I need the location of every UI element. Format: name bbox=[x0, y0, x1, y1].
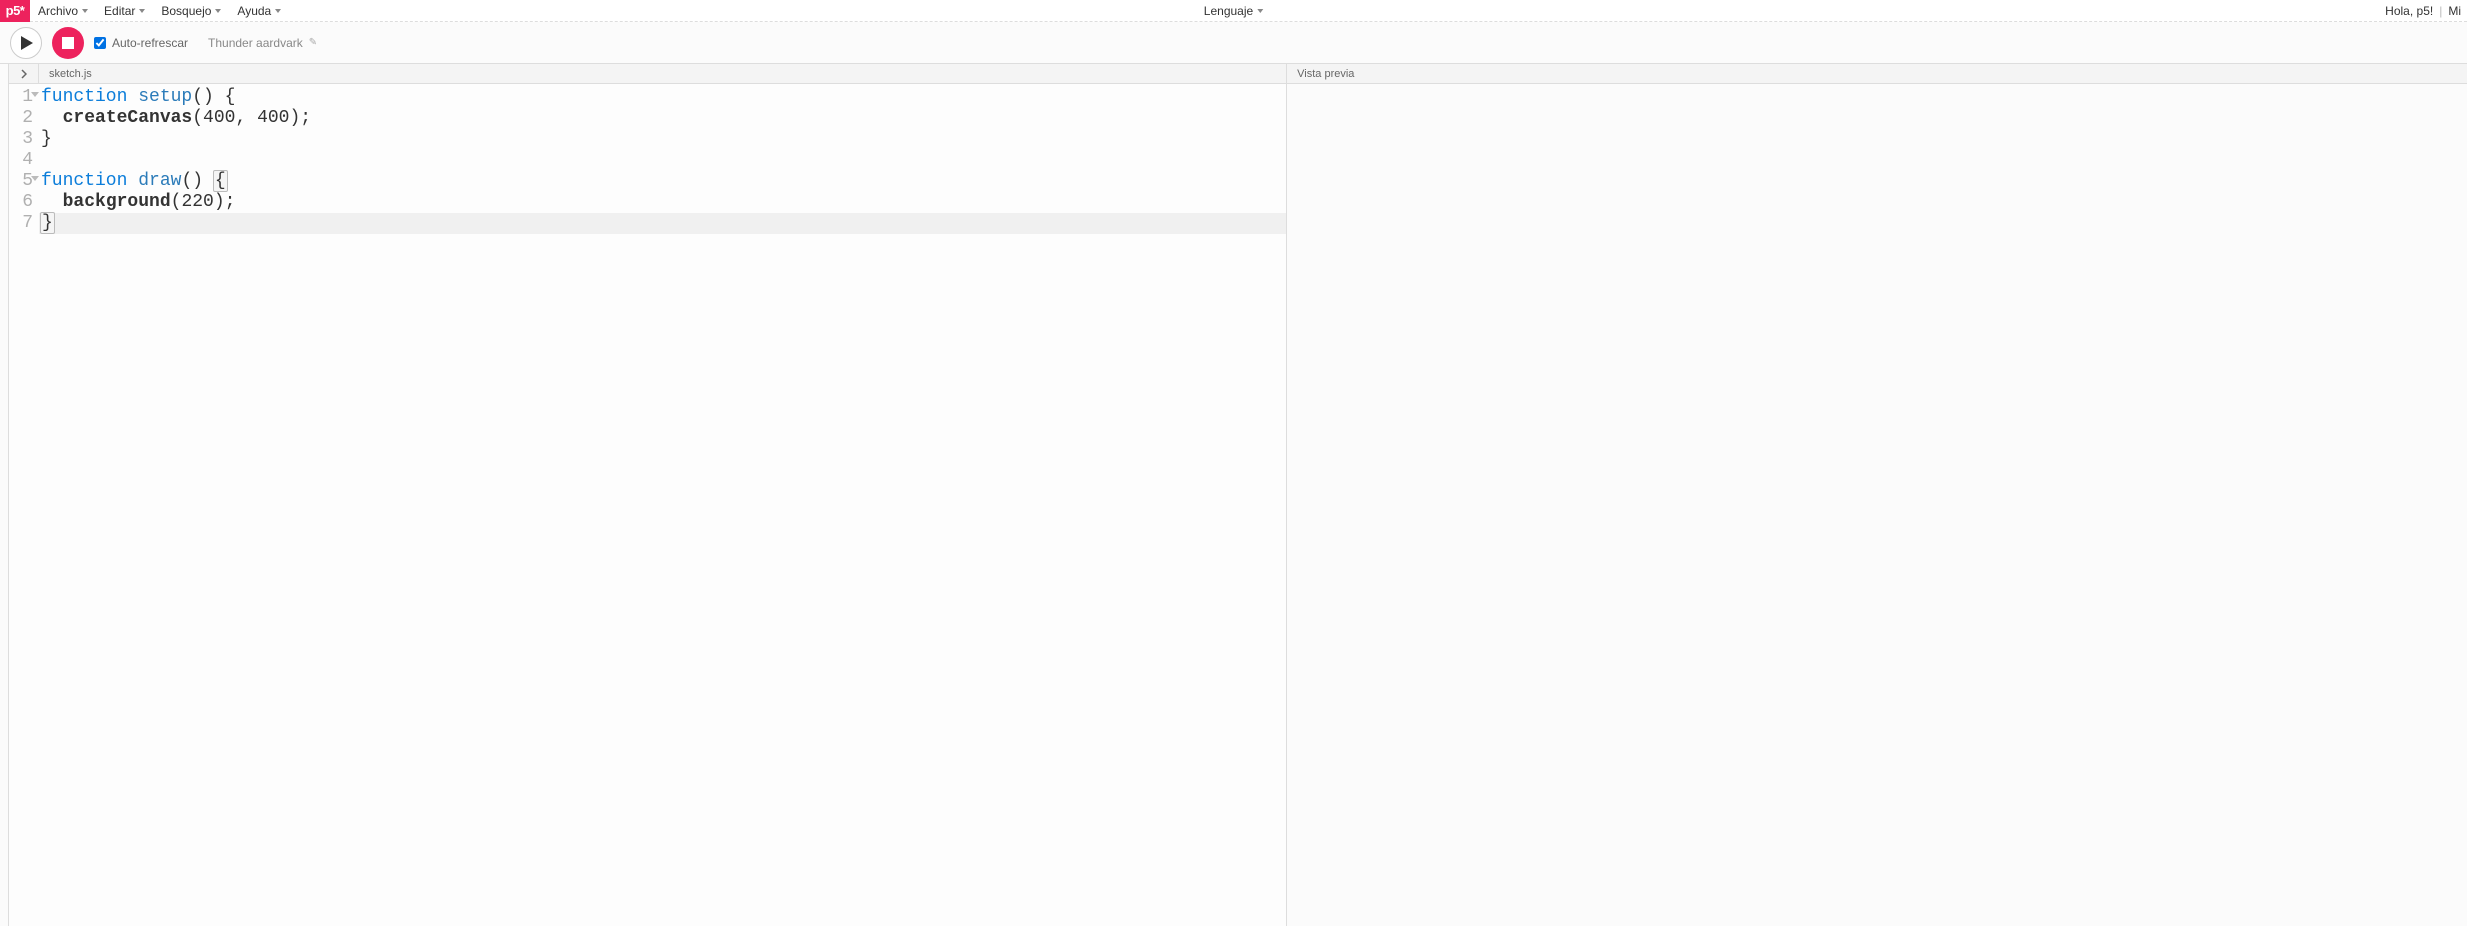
filename-label[interactable]: sketch.js bbox=[39, 68, 102, 80]
menu-lenguaje[interactable]: Lenguaje bbox=[1196, 0, 1271, 22]
menu-editar-label: Editar bbox=[104, 4, 135, 18]
chevron-right-icon bbox=[21, 69, 27, 79]
line-number: 3 bbox=[9, 129, 33, 150]
caret-down-icon bbox=[275, 9, 281, 13]
line-number: 6 bbox=[9, 192, 33, 213]
user-greeting[interactable]: Hola, p5! bbox=[2385, 4, 2433, 18]
menu-lenguaje-label: Lenguaje bbox=[1204, 4, 1253, 18]
caret-down-icon bbox=[215, 9, 221, 13]
pencil-icon[interactable]: ✎ bbox=[309, 37, 317, 48]
code-line[interactable]: } bbox=[39, 213, 1286, 234]
play-button[interactable] bbox=[10, 27, 42, 59]
menu-archivo-label: Archivo bbox=[38, 4, 78, 18]
nav-right: Hola, p5! | Mi bbox=[2385, 4, 2467, 18]
menu-archivo[interactable]: Archivo bbox=[30, 0, 96, 22]
line-number: 7 bbox=[9, 213, 33, 234]
sketch-name-text: Thunder aardvark bbox=[208, 36, 303, 50]
menu-bosquejo[interactable]: Bosquejo bbox=[153, 0, 229, 22]
user-mi[interactable]: Mi bbox=[2448, 4, 2461, 18]
code-content[interactable]: function setup() { createCanvas(400, 400… bbox=[39, 84, 1286, 926]
sidebar-expand-button[interactable] bbox=[9, 64, 39, 84]
menu-ayuda[interactable]: Ayuda bbox=[229, 0, 289, 22]
line-number: 4 bbox=[9, 150, 33, 171]
caret-down-icon bbox=[1257, 9, 1263, 13]
menu-ayuda-label: Ayuda bbox=[237, 4, 271, 18]
code-line[interactable]: createCanvas(400, 400); bbox=[39, 108, 1286, 129]
toolbar: Auto-refrescar Thunder aardvark ✎ bbox=[0, 22, 2467, 64]
fold-icon[interactable] bbox=[31, 92, 39, 97]
auto-refresh-toggle[interactable]: Auto-refrescar bbox=[94, 36, 188, 50]
preview-header: Vista previa bbox=[1287, 64, 2467, 84]
code-editor[interactable]: 1234567 function setup() { createCanvas(… bbox=[9, 84, 1286, 926]
stop-button[interactable] bbox=[52, 27, 84, 59]
preview-label: Vista previa bbox=[1297, 68, 1354, 80]
code-line[interactable]: } bbox=[39, 129, 1286, 150]
main-split: sketch.js 1234567 function setup() { cre… bbox=[8, 64, 2467, 926]
editor-header: sketch.js bbox=[9, 64, 1286, 84]
play-icon bbox=[21, 36, 33, 50]
fold-icon[interactable] bbox=[31, 176, 39, 181]
sketch-name: Thunder aardvark ✎ bbox=[208, 36, 317, 50]
editor-pane: sketch.js 1234567 function setup() { cre… bbox=[9, 64, 1287, 926]
menu-bosquejo-label: Bosquejo bbox=[161, 4, 211, 18]
line-gutter: 1234567 bbox=[9, 84, 39, 926]
nav-center: Lenguaje bbox=[1196, 0, 1271, 22]
caret-down-icon bbox=[82, 9, 88, 13]
auto-refresh-checkbox[interactable] bbox=[94, 37, 106, 49]
caret-down-icon bbox=[139, 9, 145, 13]
logo-text: p5* bbox=[6, 3, 25, 18]
code-line[interactable] bbox=[39, 150, 1286, 171]
line-number: 1 bbox=[9, 87, 33, 108]
code-line[interactable]: background(220); bbox=[39, 192, 1286, 213]
stop-icon bbox=[62, 37, 74, 49]
code-line[interactable]: function draw() { bbox=[39, 171, 1286, 192]
auto-refresh-label: Auto-refrescar bbox=[112, 36, 188, 50]
separator: | bbox=[2439, 4, 2442, 18]
top-nav: p5* Archivo Editar Bosquejo Ayuda Lengua… bbox=[0, 0, 2467, 22]
menu-editar[interactable]: Editar bbox=[96, 0, 153, 22]
code-line[interactable]: function setup() { bbox=[39, 87, 1286, 108]
p5-logo[interactable]: p5* bbox=[0, 0, 30, 22]
line-number: 2 bbox=[9, 108, 33, 129]
line-number: 5 bbox=[9, 171, 33, 192]
preview-pane: Vista previa bbox=[1287, 64, 2467, 926]
nav-left: Archivo Editar Bosquejo Ayuda bbox=[30, 0, 289, 22]
